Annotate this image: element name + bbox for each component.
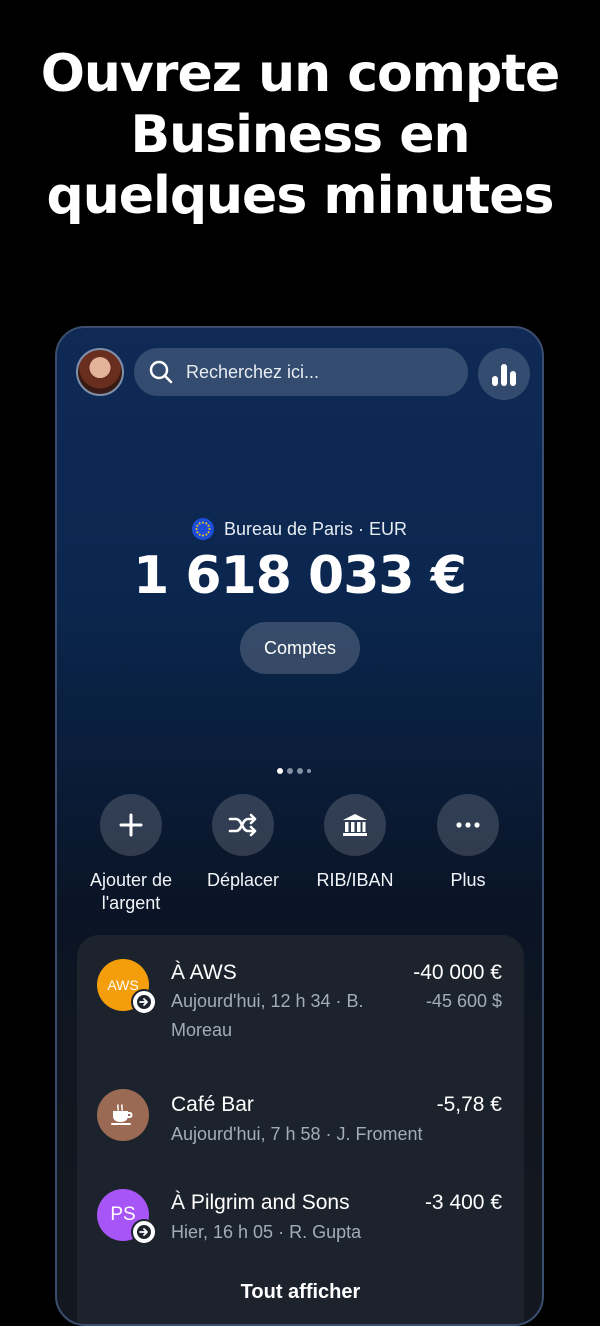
transaction-subtitle: Aujourd'hui, 12 h 34 · B. Moreau (171, 991, 364, 1040)
transactions-card: AWS À AWS Aujourd'hui, 12 h 34 · B. More… (77, 935, 524, 1324)
phone-screen: Recherchez ici... Bureau de Paris · EUR … (55, 326, 544, 1326)
headline-line-1: Ouvrez un compte (40, 44, 561, 104)
search-bar[interactable]: Recherchez ici... (134, 348, 468, 396)
bank-icon (343, 814, 367, 836)
search-placeholder: Recherchez ici... (186, 361, 320, 382)
account-label: Bureau de Paris · EUR (57, 518, 542, 540)
transaction-title: À Pilgrim and Sons (171, 1191, 350, 1214)
transaction-title: À AWS (171, 961, 237, 984)
search-icon (149, 360, 173, 384)
add-money-button[interactable]: Ajouter de l'argent (76, 794, 186, 915)
add-money-circle[interactable] (100, 794, 162, 856)
add-money-label: Ajouter de l'argent (89, 870, 173, 913)
outgoing-badge (131, 989, 157, 1015)
accounts-button[interactable]: Comptes (240, 622, 360, 674)
eu-flag-icon (191, 518, 214, 540)
insights-button[interactable] (478, 348, 530, 400)
page-dot (287, 768, 293, 774)
move-money-circle[interactable] (212, 794, 274, 856)
transaction-subtitle: Hier, 16 h 05 · R. Gupta (171, 1222, 362, 1242)
more-label: Plus (450, 870, 486, 890)
page-dot (277, 768, 283, 774)
account-balance: 1 618 033 € (133, 546, 467, 606)
transaction-amount: -40 000 € (413, 961, 502, 984)
bar-chart-icon (492, 364, 516, 386)
avatar[interactable] (76, 348, 124, 396)
more-circle[interactable] (437, 794, 499, 856)
transaction-subtitle: Aujourd'hui, 7 h 58 · J. Froment (171, 1124, 423, 1144)
plus-icon (119, 813, 143, 837)
headline-line-2: Business en (130, 105, 470, 165)
rib-iban-button[interactable]: RIB/IBAN (300, 794, 410, 892)
coffee-cup-icon (111, 1104, 133, 1125)
move-money-button[interactable]: Déplacer (188, 794, 298, 892)
transaction-title: Café Bar (171, 1093, 254, 1116)
page-indicator (277, 768, 311, 774)
outgoing-badge (131, 1219, 157, 1245)
transaction-amount: -3 400 € (424, 1191, 502, 1214)
aws-logo-text: AWS (107, 977, 139, 993)
arrow-right-icon (137, 1225, 151, 1239)
rib-iban-label: RIB/IBAN (316, 870, 394, 890)
more-button[interactable]: Plus (413, 794, 523, 892)
transaction-amount: -5,78 € (436, 1093, 502, 1116)
cafe-logo (97, 1089, 149, 1141)
pilgrim-logo-text: PS (110, 1204, 136, 1225)
transaction-amount-secondary: -45 600 $ (425, 991, 502, 1011)
more-icon (456, 822, 480, 828)
rib-iban-circle[interactable] (324, 794, 386, 856)
show-all-link[interactable]: Tout afficher (77, 1281, 524, 1304)
arrow-right-icon (137, 995, 151, 1009)
headline-line-3: quelques minutes (46, 166, 554, 226)
account-name: Bureau de Paris · EUR (223, 518, 408, 539)
shuffle-icon (228, 813, 257, 837)
headline: Ouvrez un compte Business en quelques mi… (0, 44, 600, 227)
page-dot (307, 769, 311, 773)
page-dot (297, 768, 303, 774)
move-money-label: Déplacer (206, 870, 280, 890)
